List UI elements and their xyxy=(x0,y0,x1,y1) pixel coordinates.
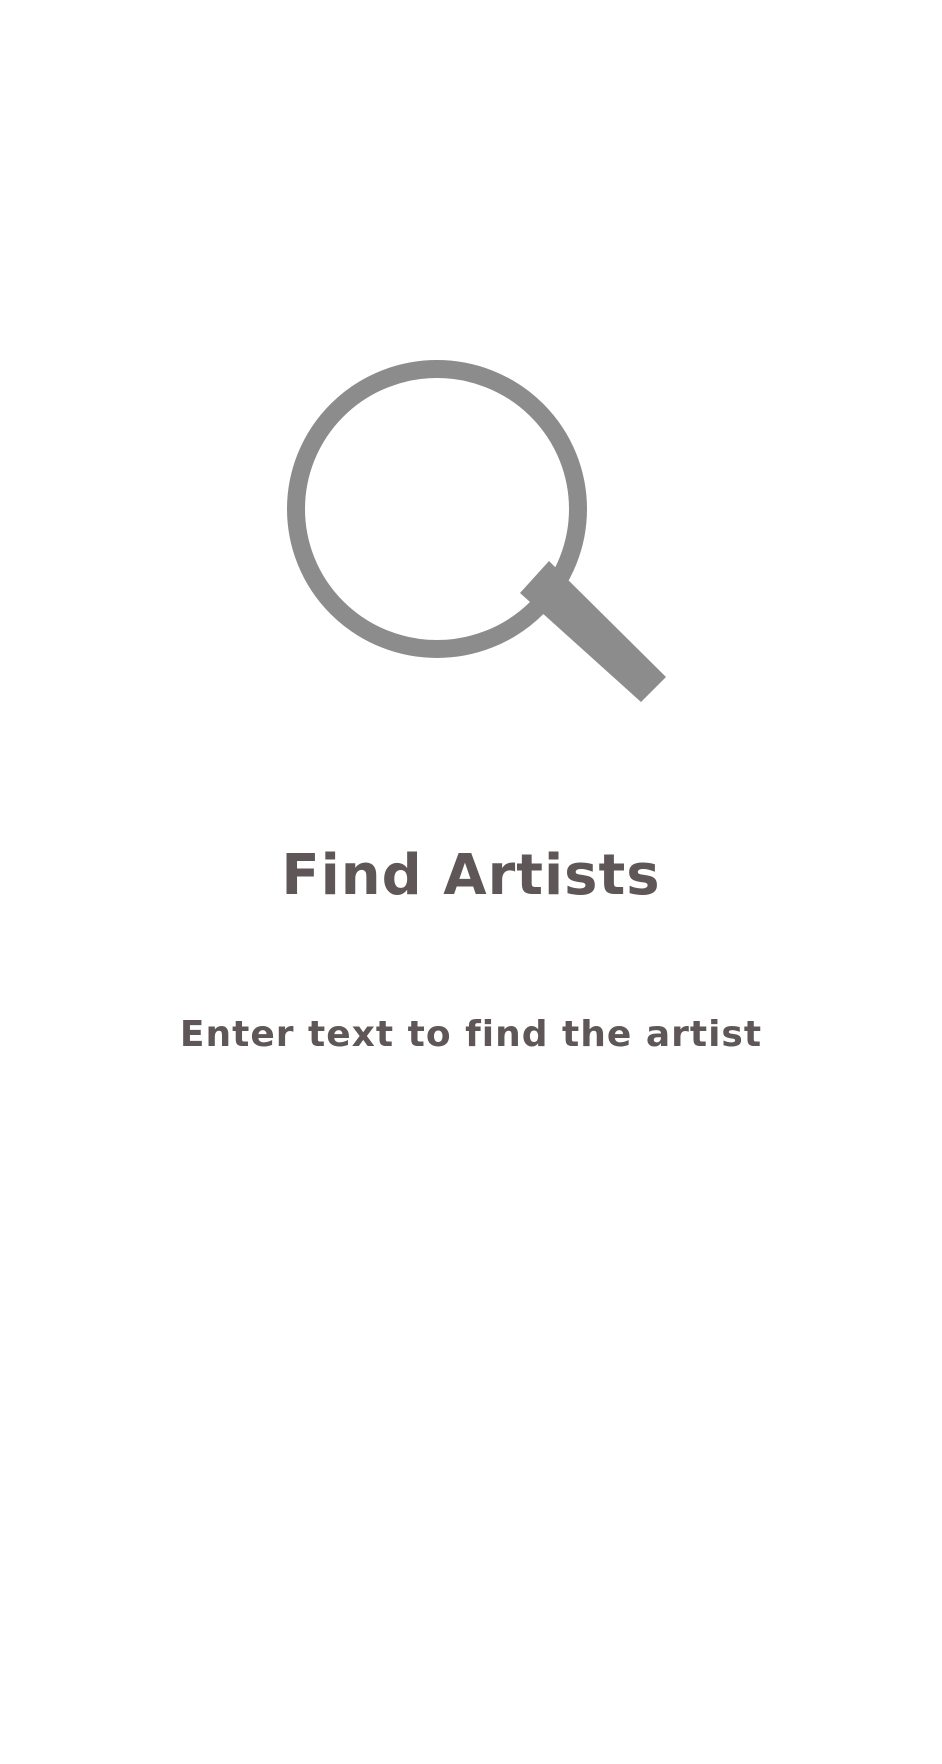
empty-state-message: Enter text to find the artist xyxy=(179,1014,763,1055)
empty-state-title: Find Artists xyxy=(281,843,661,908)
empty-state: Find Artists Enter text to find the arti… xyxy=(0,0,942,1764)
search-icon xyxy=(280,355,672,753)
